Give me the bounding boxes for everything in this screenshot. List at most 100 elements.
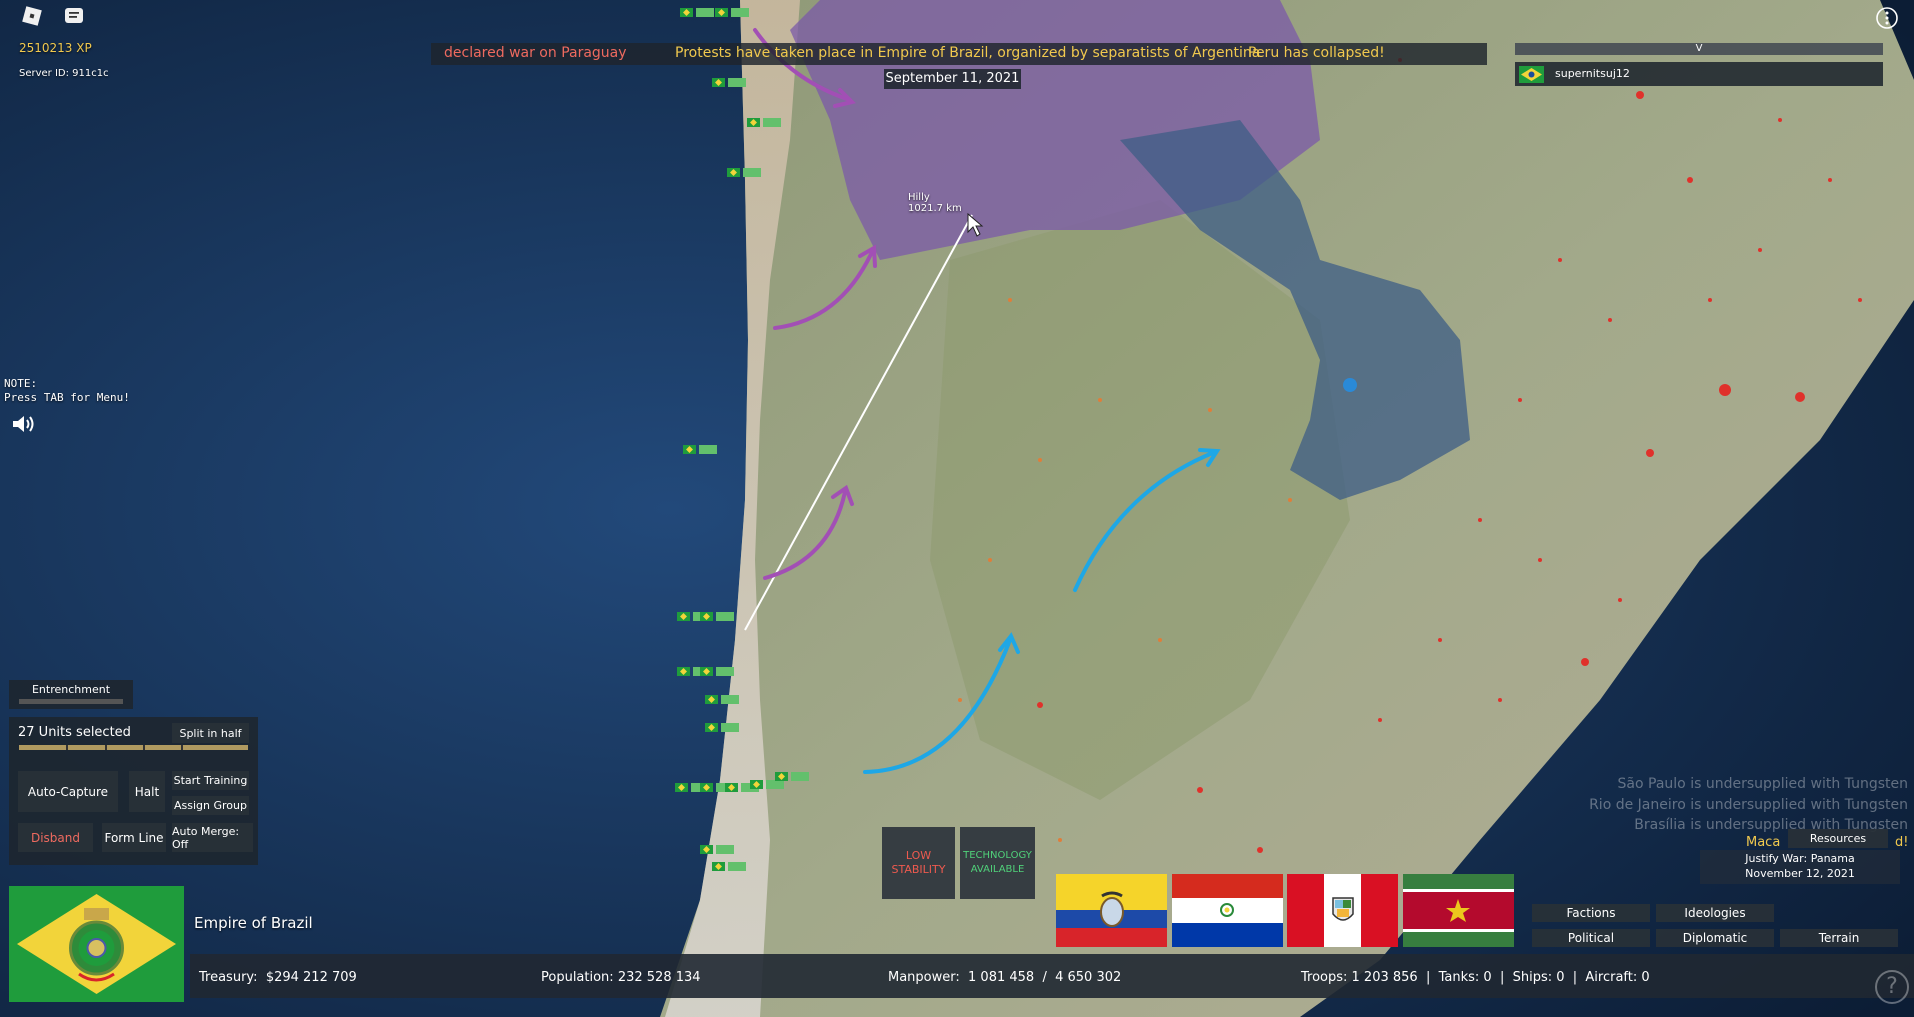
auto-merge-toggle[interactable]: Auto Merge: Off <box>172 823 253 852</box>
unit-strength-marker[interactable] <box>721 723 739 732</box>
partial-event-text: Maca <box>1746 835 1781 850</box>
treasury-stat: Treasury: $294 212 709 <box>199 970 357 985</box>
unit-flag-marker[interactable] <box>705 695 718 704</box>
unit-strength-marker[interactable] <box>696 8 714 17</box>
unit-strength-marker[interactable] <box>716 667 734 676</box>
unit-flag-marker[interactable] <box>712 862 725 871</box>
political-button[interactable]: Political <box>1532 929 1650 947</box>
xp-display: 2510213 XP <box>19 41 92 55</box>
peru-coat-of-arms-icon <box>1332 897 1354 921</box>
news-item[interactable]: Peru has collapsed! <box>1248 45 1385 61</box>
unit-strength-marker[interactable] <box>743 168 761 177</box>
military-stats: Troops: 1 203 856 | Tanks: 0 | Ships: 0 … <box>1301 970 1650 985</box>
country-name: Empire of Brazil <box>194 914 313 932</box>
leaderboard-row[interactable]: supernitsuj12 <box>1515 62 1883 86</box>
assign-group-button[interactable]: Assign Group <box>172 796 249 815</box>
auto-capture-button[interactable]: Auto-Capture <box>18 771 118 812</box>
entrenchment-bar <box>19 699 123 704</box>
entrenchment-panel: Entrenchment <box>9 680 133 709</box>
low-stability-alert[interactable]: LOW STABILITY <box>882 827 955 899</box>
unit-strength-marker[interactable] <box>716 612 734 621</box>
factions-button[interactable]: Factions <box>1532 904 1650 922</box>
unit-flag-marker[interactable] <box>677 612 690 621</box>
ecuador-coat-of-arms-icon <box>1100 891 1124 927</box>
unit-flag-marker[interactable] <box>747 118 760 127</box>
leaderboard-header: V <box>1515 43 1883 55</box>
paraguay-flag-button[interactable] <box>1172 874 1283 947</box>
future-date: November 12, 2021 <box>1745 867 1855 880</box>
unit-flag-marker[interactable] <box>715 8 728 17</box>
ideologies-button[interactable]: Ideologies <box>1656 904 1774 922</box>
suriname-star-icon <box>1446 899 1470 922</box>
ecuador-flag-button[interactable] <box>1056 874 1167 947</box>
unit-flag-marker[interactable] <box>727 168 740 177</box>
chat-icon[interactable] <box>63 5 85 27</box>
partial-event-text-end: d! <box>1895 835 1909 850</box>
manpower-stat: Manpower: 1 081 458 / 4 650 302 <box>888 970 1122 985</box>
population-value: 232 528 134 <box>617 970 701 985</box>
terrain-button[interactable]: Terrain <box>1780 929 1898 947</box>
unit-strength-marker[interactable] <box>699 445 717 454</box>
form-line-button[interactable]: Form Line <box>102 823 166 852</box>
halt-button[interactable]: Halt <box>129 771 165 812</box>
units-selected-label: 27 Units selected <box>18 725 131 740</box>
unit-strength-marker[interactable] <box>731 8 749 17</box>
unit-flag-marker[interactable] <box>775 772 788 781</box>
unit-flag-marker[interactable] <box>680 8 693 17</box>
unit-strength-bar <box>19 745 248 750</box>
unit-strength-marker[interactable] <box>766 780 784 789</box>
resources-button[interactable]: Resources <box>1788 829 1888 848</box>
current-date: September 11, 2021 <box>884 69 1021 89</box>
speaker-icon[interactable] <box>11 413 37 435</box>
brazil-flag-icon <box>1519 66 1544 83</box>
cursor-icon <box>967 212 984 237</box>
menu-dots-icon[interactable] <box>1875 6 1899 30</box>
suriname-flag-button[interactable] <box>1403 874 1514 947</box>
unit-flag-marker[interactable] <box>683 445 696 454</box>
brazil-empire-flag-icon <box>17 894 176 994</box>
unit-strength-marker[interactable] <box>763 118 781 127</box>
tab-note: NOTE: Press TAB for Menu! <box>4 377 130 404</box>
unit-strength-marker[interactable] <box>728 78 746 87</box>
world-map[interactable] <box>0 0 1914 1017</box>
paraguay-seal-icon <box>1220 903 1234 917</box>
manpower-value: 1 081 458 / 4 650 302 <box>968 970 1122 985</box>
unit-strength-marker[interactable] <box>791 772 809 781</box>
undersupply-message: São Paulo is undersupplied with Tungsten <box>1617 776 1908 792</box>
server-id: Server ID: 911c1c <box>19 68 109 79</box>
unit-strength-marker[interactable] <box>728 862 746 871</box>
resource-event-panel: Justify War: Panama November 12, 2021 <box>1700 850 1900 884</box>
unit-flag-marker[interactable] <box>675 783 688 792</box>
undersupply-message: Rio de Janeiro is undersupplied with Tun… <box>1589 797 1908 813</box>
news-item[interactable]: declared war on Paraguay <box>444 45 627 61</box>
unit-strength-marker[interactable] <box>716 845 734 854</box>
unit-flag-marker[interactable] <box>712 78 725 87</box>
unit-flag-marker[interactable] <box>700 845 713 854</box>
unit-flag-marker[interactable] <box>677 667 690 676</box>
map-terrain-label: Hilly 1021.7 km <box>908 192 962 214</box>
start-training-button[interactable]: Start Training <box>172 771 249 790</box>
unit-flag-marker[interactable] <box>700 783 713 792</box>
unit-flag-marker[interactable] <box>725 783 738 792</box>
unit-flag-marker[interactable] <box>750 780 763 789</box>
news-ticker: declared war on Paraguay Protests have t… <box>431 43 1487 65</box>
population-stat: Population: 232 528 134 <box>541 970 701 985</box>
distance-label: 1021.7 km <box>908 203 962 214</box>
player-name: supernitsuj12 <box>1555 67 1630 80</box>
country-flag[interactable] <box>9 886 184 1002</box>
unit-control-panel: 27 Units selected Split in half Auto-Cap… <box>9 717 258 865</box>
unit-flag-marker[interactable] <box>700 612 713 621</box>
peru-flag-button[interactable] <box>1287 874 1398 947</box>
unit-strength-marker[interactable] <box>721 695 739 704</box>
help-icon[interactable]: ? <box>1875 970 1909 1004</box>
unit-flag-marker[interactable] <box>700 667 713 676</box>
justify-war-text: Justify War: Panama <box>1745 852 1855 865</box>
diplomatic-button[interactable]: Diplomatic <box>1656 929 1774 947</box>
news-item[interactable]: Protests have taken place in Empire of B… <box>675 45 1260 61</box>
split-in-half-button[interactable]: Split in half <box>172 723 249 743</box>
disband-button[interactable]: Disband <box>18 823 93 852</box>
unit-flag-marker[interactable] <box>705 723 718 732</box>
roblox-logo-icon[interactable] <box>21 5 43 27</box>
treasury-value: $294 212 709 <box>265 970 357 985</box>
technology-available-alert[interactable]: TECHNOLOGY AVAILABLE <box>960 827 1035 899</box>
